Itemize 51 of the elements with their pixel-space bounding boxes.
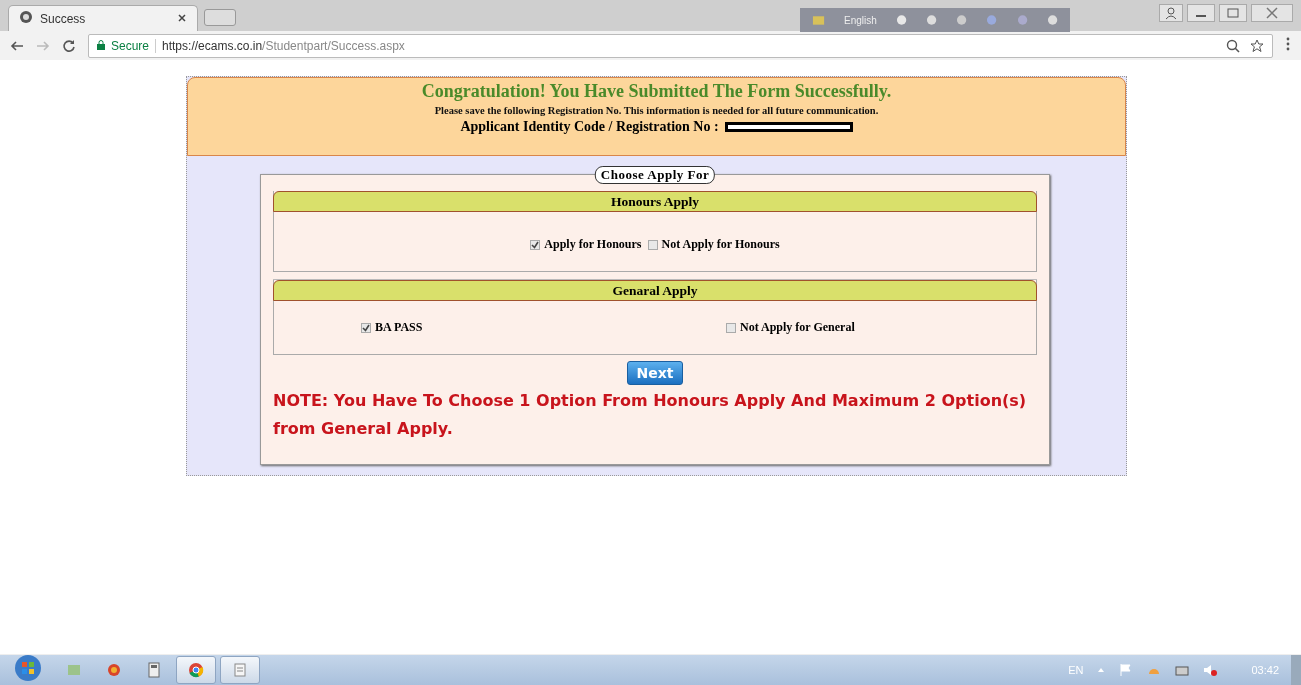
- zoom-icon[interactable]: [1226, 38, 1240, 53]
- checkbox-label: Not Apply for General: [740, 320, 855, 335]
- next-button[interactable]: Next: [626, 361, 684, 385]
- taskbar-button[interactable]: [176, 656, 216, 684]
- check-icon: [362, 323, 370, 332]
- minimize-icon[interactable]: [1187, 4, 1215, 22]
- reload-icon[interactable]: [62, 38, 76, 53]
- media-player-icon[interactable]: [106, 662, 122, 678]
- user-icon[interactable]: [1159, 4, 1183, 22]
- back-arrow-icon[interactable]: [10, 38, 24, 53]
- checkbox-label: BA PASS: [375, 320, 423, 335]
- section-header: Genaral Apply: [273, 280, 1037, 301]
- lock-icon: [97, 39, 105, 50]
- speaker-muted-icon[interactable]: [1203, 663, 1218, 677]
- browser-tab[interactable]: Success: [8, 5, 198, 31]
- checkbox[interactable]: [530, 239, 541, 250]
- address-bar[interactable]: Secure https://ecams.co.in/Studentpart/Success.aspx: [88, 33, 1273, 58]
- toolbar-icon[interactable]: [895, 14, 908, 26]
- url-text: https://ecams.co.in/Studentpart/Success.aspx: [162, 38, 405, 53]
- forward-arrow-icon[interactable]: [36, 38, 50, 53]
- section-header: Honours Apply: [273, 191, 1037, 212]
- site-logo-icon: [19, 10, 33, 24]
- toolbar-icon[interactable]: [956, 14, 968, 26]
- checkbox[interactable]: [726, 322, 736, 333]
- toolbar-icon[interactable]: [986, 14, 998, 26]
- chrome-icon[interactable]: [188, 662, 204, 678]
- calculator-icon[interactable]: [146, 662, 162, 678]
- checkbox[interactable]: [361, 322, 371, 333]
- checkbox[interactable]: [647, 239, 658, 250]
- menu-icon[interactable]: [1285, 36, 1291, 51]
- checkbox-label: Apply for Honours: [544, 237, 642, 252]
- start-button-icon[interactable]: [14, 654, 42, 682]
- success-title: Congratulation! You Have Submitted The Form Successfully.: [421, 81, 892, 102]
- language-label: English: [844, 14, 877, 26]
- instruction-text: Please save the following Registration No. This information is needed for all future communication.: [434, 105, 879, 116]
- notepad-icon[interactable]: [232, 662, 248, 678]
- note-text: NOTE: You Have To Choose 1 Option From Honours Apply And Maximum 2 Option(s) from General Apply.: [273, 390, 1028, 440]
- check-icon: [531, 240, 540, 249]
- star-icon[interactable]: [1250, 38, 1264, 53]
- secure-label: Secure: [111, 38, 150, 53]
- toolbar-icon[interactable]: [1016, 14, 1028, 26]
- close-icon[interactable]: [177, 12, 187, 23]
- toolbar-icon[interactable]: [926, 14, 938, 26]
- toolbar-icon[interactable]: [1046, 14, 1058, 26]
- fieldset-legend: Choose Apply For: [594, 166, 716, 184]
- taskbar-button[interactable]: [220, 656, 260, 684]
- new-tab-button[interactable]: [204, 9, 236, 26]
- chevron-up-icon[interactable]: [1097, 666, 1106, 674]
- registration-label: Applicant Identity Code / Registration No :: [460, 119, 719, 135]
- flag-icon[interactable]: [1119, 663, 1134, 677]
- checkbox-label: Not Apply for Honours: [661, 237, 780, 252]
